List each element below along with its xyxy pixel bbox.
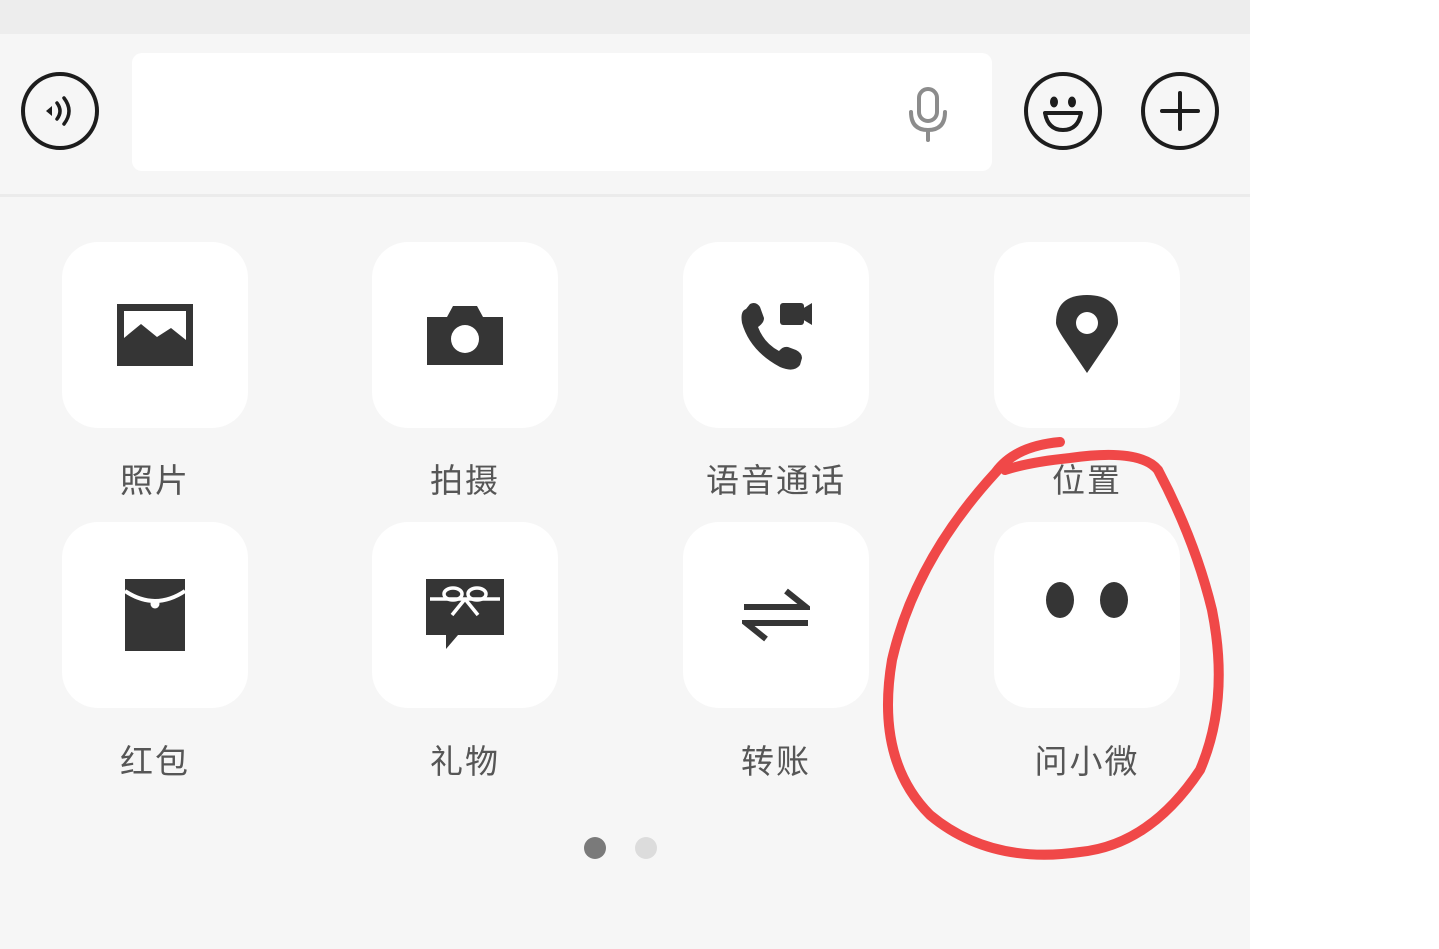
more-functions-panel: 照片 拍摄 语音通话 位置 红包 礼物 转账 问小微 bbox=[0, 0, 1250, 949]
location-pin-icon bbox=[1056, 295, 1118, 373]
photo-label: 照片 bbox=[120, 461, 190, 500]
camera-tile[interactable] bbox=[372, 242, 558, 428]
picture-icon bbox=[117, 304, 193, 366]
camera-label: 拍摄 bbox=[430, 461, 500, 500]
ask-xiaowei-label: 问小微 bbox=[1034, 742, 1140, 781]
right-margin bbox=[1250, 0, 1439, 949]
red-packet-label: 红包 bbox=[120, 742, 190, 781]
gift-icon bbox=[426, 579, 504, 649]
photo-tile[interactable] bbox=[62, 242, 248, 428]
chat-screen: 照片 拍摄 语音通话 位置 红包 礼物 转账 问小微 bbox=[0, 0, 1439, 949]
transfer-label: 转账 bbox=[741, 742, 811, 781]
transfer-tile[interactable] bbox=[683, 522, 869, 708]
page-indicator-active[interactable] bbox=[584, 837, 606, 859]
ask-xiaowei-tile[interactable] bbox=[994, 522, 1180, 708]
gift-label: 礼物 bbox=[430, 742, 500, 781]
page-indicator-inactive[interactable] bbox=[635, 837, 657, 859]
location-label: 位置 bbox=[1052, 461, 1122, 500]
camera-icon bbox=[427, 306, 503, 365]
voice-call-label: 语音通话 bbox=[706, 461, 846, 500]
voice-video-call-icon bbox=[741, 303, 812, 370]
transfer-arrows-icon bbox=[742, 588, 810, 642]
red-packet-tile[interactable] bbox=[62, 522, 248, 708]
location-tile[interactable] bbox=[994, 242, 1180, 428]
voice-call-tile[interactable] bbox=[683, 242, 869, 428]
two-dots-assistant-icon bbox=[1046, 582, 1128, 618]
gift-tile[interactable] bbox=[372, 522, 558, 708]
red-packet-icon bbox=[123, 579, 187, 651]
